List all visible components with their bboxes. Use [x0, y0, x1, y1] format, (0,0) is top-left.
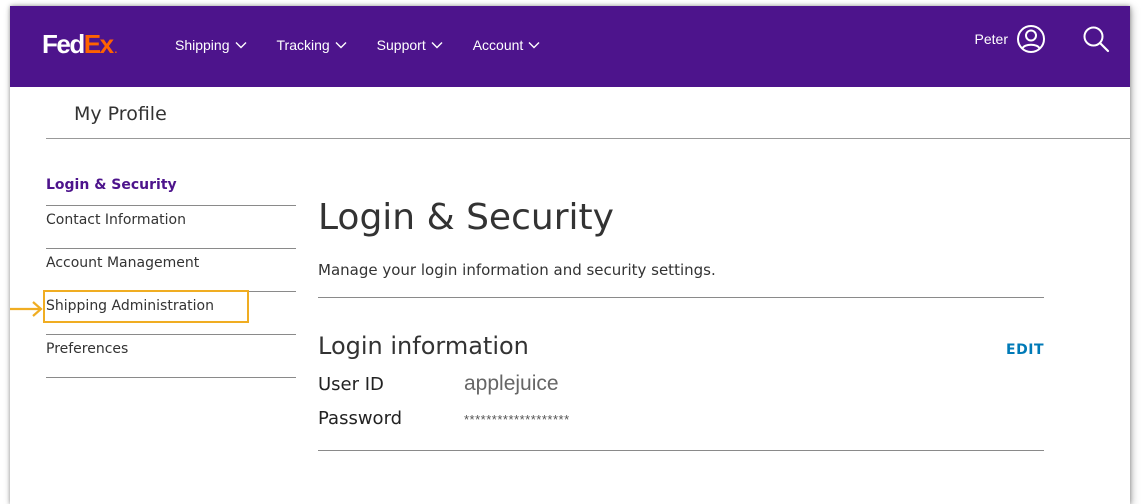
sidebar-item-shipping-administration[interactable]: Shipping Administration — [10, 290, 296, 335]
nav-item-label: Shipping — [175, 37, 230, 53]
fedex-logo[interactable]: FedEx. — [42, 31, 117, 57]
user-id-value: applejuice — [464, 372, 559, 396]
page-title: Login & Security — [318, 197, 614, 238]
field-row-password: Password ******************* — [318, 408, 1044, 444]
profile-header: My Profile — [46, 87, 1130, 139]
page: FedEx. Shipping Tracking Support Account — [0, 0, 1141, 504]
edit-button[interactable]: EDIT — [1006, 342, 1044, 358]
sidebar-item-label: Contact Information — [46, 212, 186, 228]
sidebar-item-label: Login & Security — [46, 177, 177, 193]
browser-frame: FedEx. Shipping Tracking Support Account — [10, 6, 1130, 504]
highlight-box — [43, 290, 249, 323]
password-value: ******************* — [464, 412, 570, 428]
chevron-down-icon — [431, 42, 443, 49]
page-description: Manage your login information and securi… — [318, 261, 1044, 299]
field-label: Password — [318, 408, 403, 430]
top-nav: FedEx. Shipping Tracking Support Account — [10, 6, 1130, 87]
field-label: User ID — [318, 374, 384, 396]
login-info-header: Login information EDIT — [318, 332, 1044, 372]
user-circle-icon[interactable] — [1016, 24, 1046, 54]
divider — [318, 450, 1044, 452]
user-name[interactable]: Peter — [975, 31, 1008, 47]
section-title: Login information — [318, 332, 529, 361]
logo-dot: . — [114, 45, 118, 56]
sidebar-item-login-security[interactable]: Login & Security — [46, 171, 296, 206]
sidebar-item-account-management[interactable]: Account Management — [46, 249, 296, 292]
sidebar-item-label: Account Management — [46, 255, 200, 271]
profile-sidebar: Login & Security Contact Information Acc… — [10, 171, 296, 378]
nav-item-support[interactable]: Support — [377, 37, 443, 53]
sidebar-item-preferences[interactable]: Preferences — [46, 335, 296, 378]
nav-item-label: Account — [472, 37, 524, 53]
chevron-down-icon — [235, 42, 246, 49]
nav-item-tracking[interactable]: Tracking — [277, 37, 347, 53]
main-content: Login & Security Manage your login infor… — [318, 196, 1044, 452]
chevron-down-icon — [528, 42, 540, 49]
nav-item-label: Support — [376, 37, 426, 53]
sidebar-item-contact-information[interactable]: Contact Information — [46, 206, 296, 249]
nav-menu: Shipping Tracking Support Account — [175, 37, 570, 53]
logo-ex-text: Ex — [83, 29, 114, 59]
user-area: Peter — [975, 24, 1110, 54]
chevron-down-icon — [335, 42, 347, 49]
nav-item-shipping[interactable]: Shipping — [175, 37, 247, 53]
field-row-user-id: User ID applejuice — [318, 372, 1044, 408]
nav-item-account[interactable]: Account — [473, 37, 541, 53]
search-icon[interactable] — [1082, 25, 1110, 53]
logo-fed-text: Fed — [42, 29, 85, 59]
profile-title: My Profile — [74, 103, 167, 125]
nav-item-label: Tracking — [276, 37, 330, 53]
sidebar-item-label: Preferences — [46, 341, 129, 357]
arrow-right-icon — [10, 301, 43, 317]
